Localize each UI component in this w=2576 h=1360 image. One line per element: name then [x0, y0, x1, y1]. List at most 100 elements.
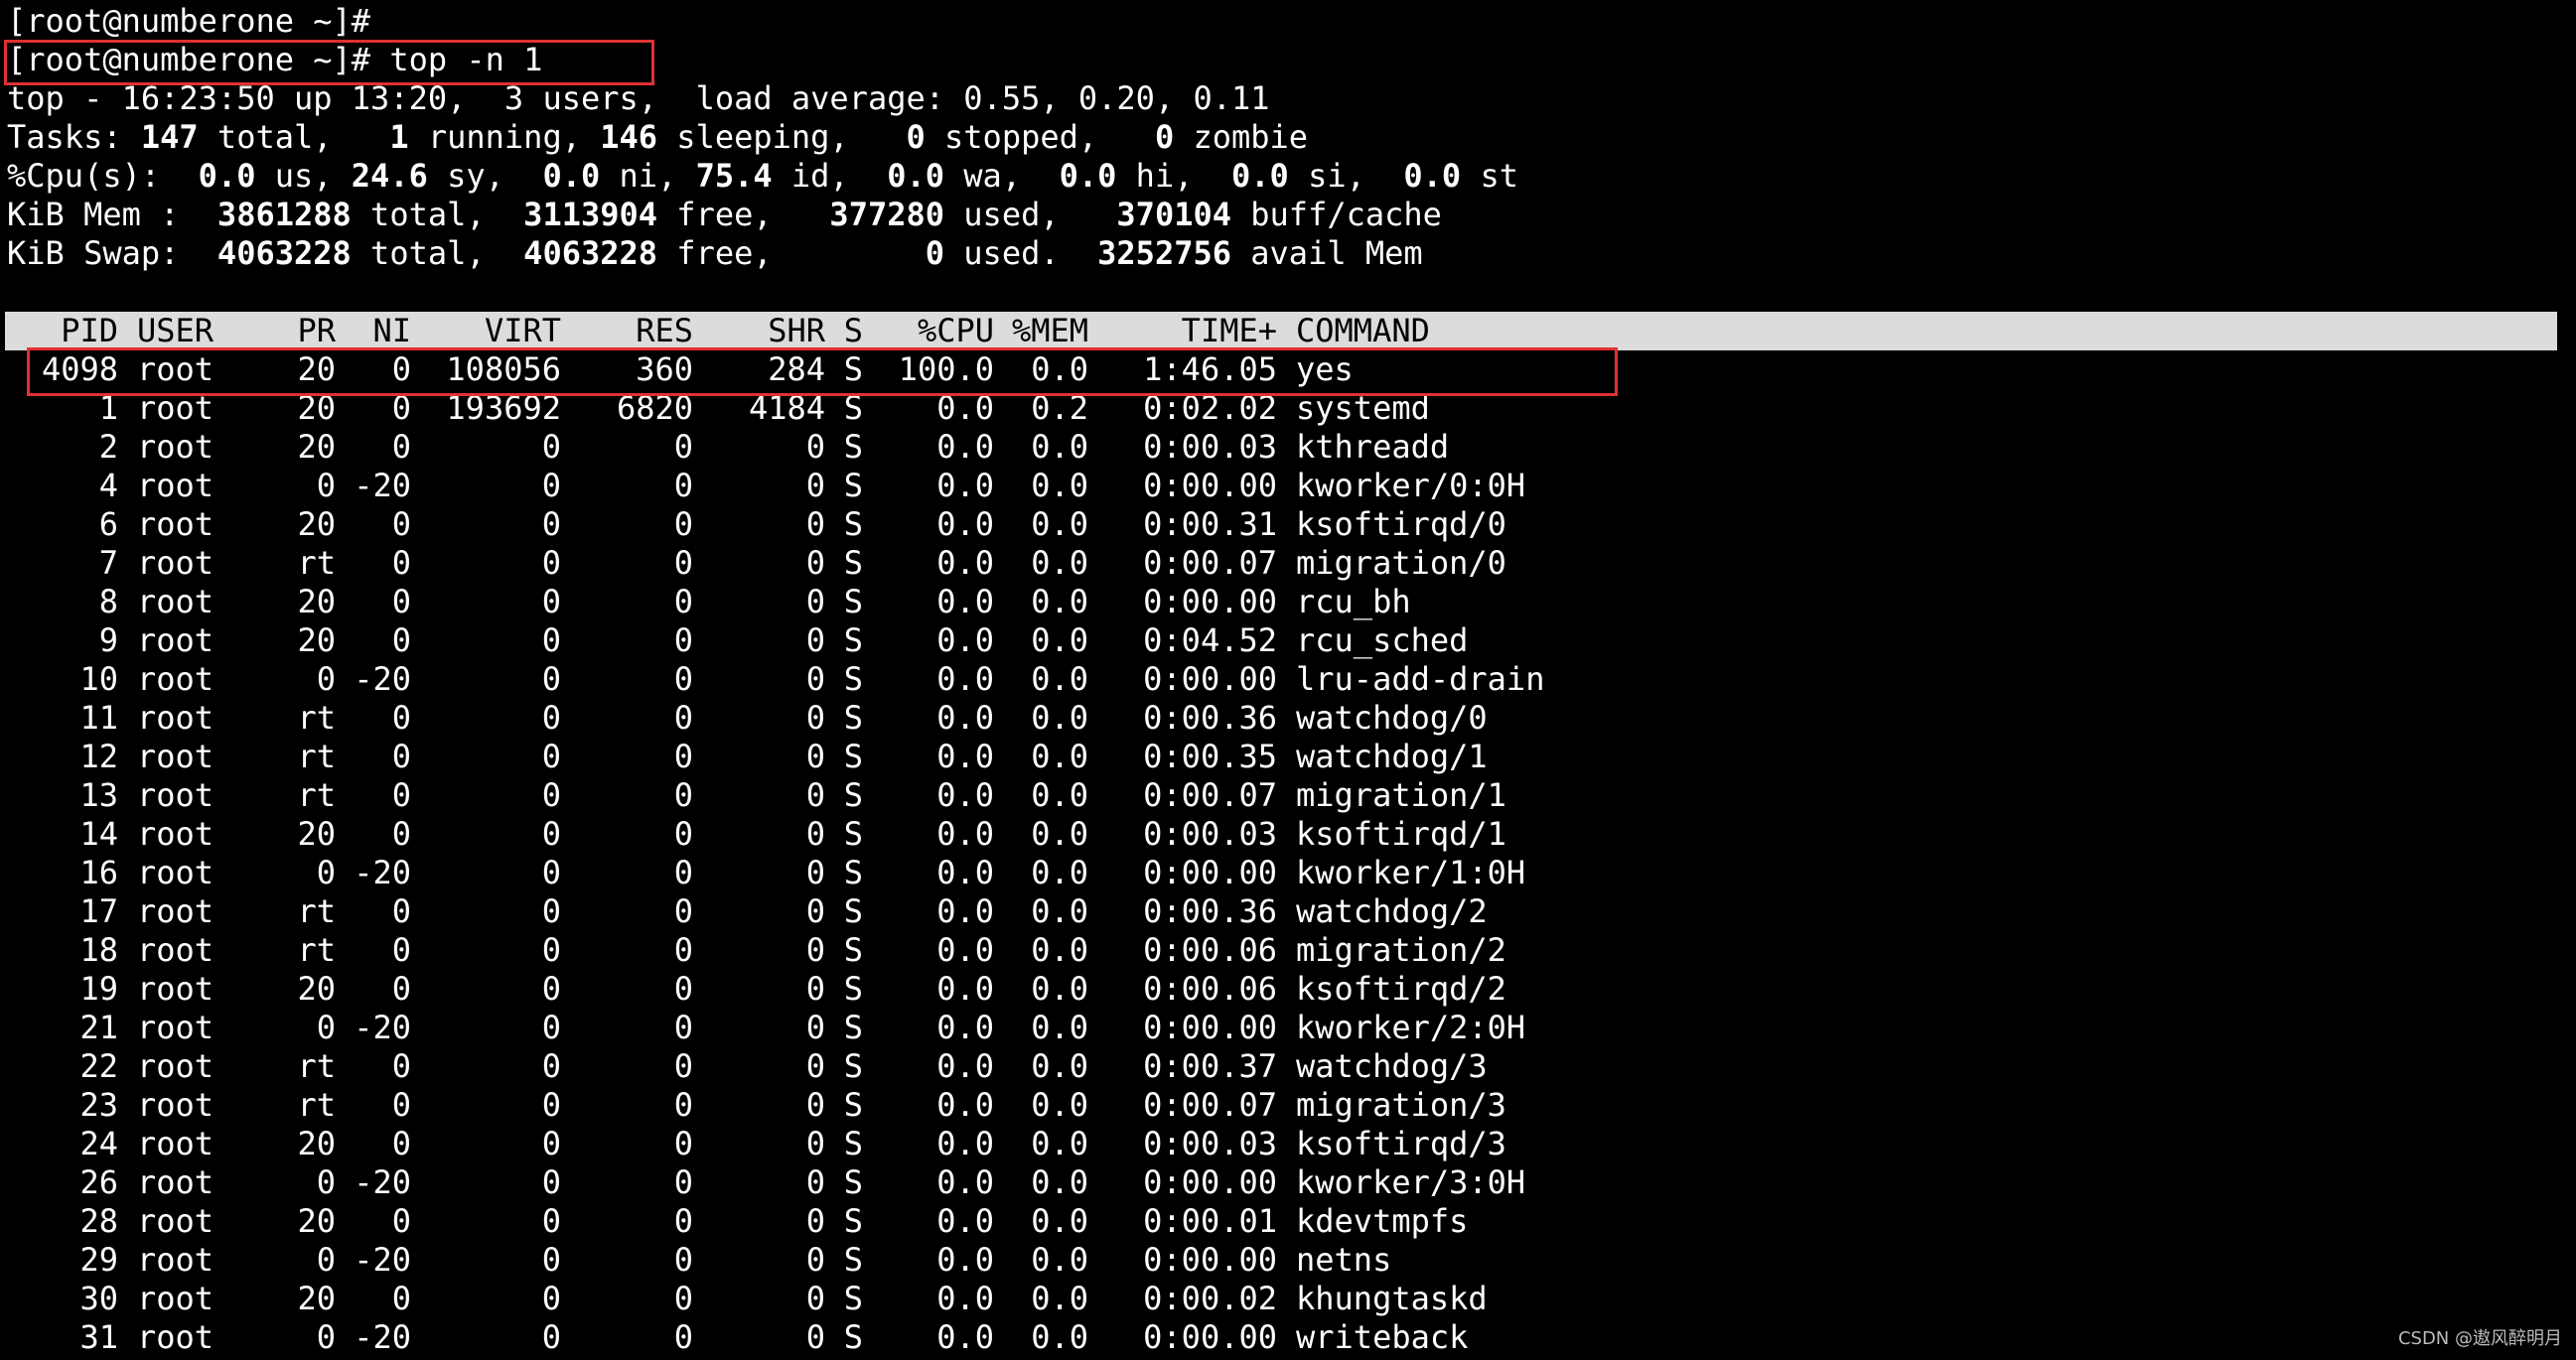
- column-header-pid: PID: [61, 312, 118, 349]
- tasks-running-label: running,: [427, 118, 581, 156]
- cell-mem: 0.0: [1031, 660, 1088, 698]
- cell-ni: 0: [391, 1202, 411, 1240]
- cell-ni: 0: [391, 738, 411, 775]
- cell-ni: 0: [391, 892, 411, 930]
- cell-virt: 0: [541, 1280, 561, 1317]
- cell-ni: -20: [354, 1009, 411, 1046]
- cell-state: S: [843, 467, 863, 504]
- cell-res: 0: [673, 1202, 693, 1240]
- cell-mem: 0.0: [1031, 1280, 1088, 1317]
- cell-pr: 0: [316, 1009, 336, 1046]
- swap-total: 4063228: [216, 234, 352, 272]
- cell-mem: 0.0: [1031, 931, 1088, 969]
- process-row: 4098 root 20 0 108056 360 284 S 100.0 0.0 1:46.05 y…: [7, 350, 2569, 389]
- cell-state: S: [843, 970, 863, 1008]
- cell-command: ksoftirqd/0: [1296, 505, 1506, 543]
- cell-time: 0:00.31: [1143, 505, 1277, 543]
- cell-ni: 0: [391, 970, 411, 1008]
- process-row: 12 root rt 0 0 0 0 S 0.0 0.0 0:00.35 watchdog/1: [7, 738, 2569, 776]
- terminal-screen[interactable]: [root@numberone ~]# [root@numberone ~]# …: [5, 2, 2569, 1357]
- cell-time: 0:00.06: [1143, 970, 1277, 1008]
- cell-command: ksoftirqd/1: [1296, 815, 1506, 853]
- cell-mem: 0.0: [1031, 1125, 1088, 1162]
- cell-time: 0:00.00: [1143, 583, 1277, 620]
- cell-user: root: [137, 660, 215, 698]
- cell-pid: 19: [79, 970, 118, 1008]
- cell-command: systemd: [1296, 389, 1430, 427]
- cell-ni: 0: [391, 350, 411, 388]
- cell-shr: 0: [805, 660, 825, 698]
- cell-res: 0: [673, 1280, 693, 1317]
- cpu-st-label: st: [1480, 157, 1518, 195]
- cell-cpu: 0.0: [936, 815, 994, 853]
- cell-time: 0:00.00: [1143, 467, 1277, 504]
- cell-state: S: [843, 931, 863, 969]
- cell-ni: 0: [391, 815, 411, 853]
- uptime-line: top - 16:23:50 up 13:20, 3 users, load a…: [7, 79, 1270, 117]
- cell-pid: 12: [79, 738, 118, 775]
- process-row: 7 root rt 0 0 0 0 S 0.0 0.0 0:00.07 migration/0: [7, 544, 2569, 583]
- cell-pr: 20: [297, 1280, 336, 1317]
- cell-time: 0:00.07: [1143, 1086, 1277, 1124]
- cpu-id: 75.4: [695, 157, 773, 195]
- cell-state: S: [843, 892, 863, 930]
- cell-mem: 0.0: [1031, 1086, 1088, 1124]
- cell-cpu: 0.0: [936, 544, 994, 582]
- cell-shr: 0: [805, 931, 825, 969]
- cell-cpu: 0.0: [936, 931, 994, 969]
- swap-avail-mem: 3252756: [1097, 234, 1231, 272]
- cell-res: 0: [673, 428, 693, 466]
- cell-command: watchdog/0: [1296, 699, 1488, 737]
- process-row: 21 root 0 -20 0 0 0 S 0.0 0.0 0:00.00 kworker/2:0H: [7, 1009, 2569, 1047]
- cell-mem: 0.0: [1031, 1047, 1088, 1085]
- cell-time: 0:00.06: [1143, 931, 1277, 969]
- cell-ni: 0: [391, 389, 411, 427]
- cell-ni: 0: [391, 621, 411, 659]
- cell-pr: 0: [316, 660, 336, 698]
- cell-pr: rt: [297, 776, 336, 814]
- cell-pr: 20: [297, 505, 336, 543]
- cell-command: kdevtmpfs: [1296, 1202, 1469, 1240]
- cell-virt: 0: [541, 738, 561, 775]
- process-row: 30 root 20 0 0 0 0 S 0.0 0.0 0:00.02 khungtaskd: [7, 1280, 2569, 1318]
- cell-cpu: 0.0: [936, 621, 994, 659]
- cell-time: 0:00.00: [1143, 1009, 1277, 1046]
- cell-user: root: [137, 699, 215, 737]
- column-header-user: USER: [137, 312, 215, 349]
- column-header-mem: %MEM: [1011, 312, 1088, 349]
- cell-res: 0: [673, 970, 693, 1008]
- cell-time: 0:00.36: [1143, 892, 1277, 930]
- cell-cpu: 0.0: [936, 660, 994, 698]
- cell-pr: 20: [297, 583, 336, 620]
- tasks-total-label: total,: [216, 118, 333, 156]
- swap-free: 4063228: [523, 234, 658, 272]
- cell-time: 0:00.07: [1143, 544, 1277, 582]
- cell-mem: 0.0: [1031, 350, 1088, 388]
- cell-virt: 0: [541, 467, 561, 504]
- cell-shr: 0: [805, 1125, 825, 1162]
- cell-virt: 193692: [446, 389, 561, 427]
- process-table-body: 4098 root 20 0 108056 360 284 S 100.0 0.0 1:46.05 y…: [7, 350, 2569, 1357]
- cell-cpu: 0.0: [936, 892, 994, 930]
- cell-virt: 0: [541, 544, 561, 582]
- process-row: 16 root 0 -20 0 0 0 S 0.0 0.0 0:00.00 kworker/1:0H: [7, 854, 2569, 892]
- cell-cpu: 0.0: [936, 1125, 994, 1162]
- mem-free-label: free,: [676, 196, 773, 233]
- cpu-id-label: id,: [790, 157, 849, 195]
- cell-pr: rt: [297, 1047, 336, 1085]
- swap-total-label: total,: [370, 234, 486, 272]
- cell-shr: 0: [805, 1047, 825, 1085]
- cell-user: root: [137, 1047, 215, 1085]
- cell-command: rcu_sched: [1296, 621, 1469, 659]
- cell-res: 0: [673, 621, 693, 659]
- tasks-line: Tasks: 147 total, 1 running, 146 sleepin…: [7, 118, 2569, 157]
- mem-total: 3861288: [216, 196, 352, 233]
- swap-line: KiB Swap: 4063228 total, 4063228 free, 0…: [7, 234, 2569, 273]
- cell-command: kworker/2:0H: [1296, 1009, 1526, 1046]
- cpu-st: 0.0: [1403, 157, 1462, 195]
- cell-pid: 30: [79, 1280, 118, 1317]
- cell-user: root: [137, 583, 215, 620]
- cell-pr: rt: [297, 699, 336, 737]
- mem-free: 3113904: [523, 196, 658, 233]
